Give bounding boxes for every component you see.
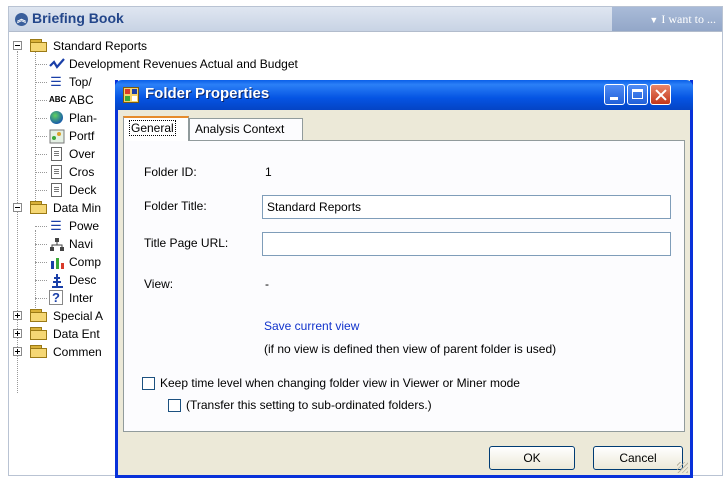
document-icon [51,165,62,179]
tree-label: Special A [53,309,104,323]
tree-label: Desc [69,273,97,287]
tree-label: Inter [69,291,94,305]
tree-line [35,154,47,155]
folder-icon [30,327,48,340]
dialog-titlebar[interactable]: Folder Properties [115,80,693,110]
list-icon: ☰ [50,218,62,233]
briefing-book-title-text: Briefing Book [32,10,124,26]
question-icon: ? [49,290,63,305]
tab-label: General [129,120,176,136]
document-icon [51,183,62,197]
list-icon: ☰ [50,74,62,89]
folder-open-icon [30,39,48,52]
briefing-book-header: ︽ Briefing Book ▼ I want to ... [9,7,722,32]
folder-properties-dialog: Folder Properties General Analysis Conte… [115,80,693,478]
tree-label: Navi [69,237,94,251]
view-note: (if no view is defined then view of pare… [264,342,557,356]
folder-icon [30,345,48,358]
folder-open-icon [30,201,48,214]
tree-label: Top/ [69,75,92,89]
save-current-view-link[interactable]: Save current view [264,319,359,333]
triangle-down-icon: ▼ [649,15,659,25]
tree-label: Comp [69,255,102,269]
tree-label: Deck [69,183,97,197]
tree-line [35,82,47,83]
tree-line [35,100,47,101]
briefing-book-title[interactable]: ︽ Briefing Book [15,10,124,26]
folder-icon [30,309,48,322]
i-want-to-label: I want to ... [661,12,716,26]
tree-line [35,136,47,137]
portfolio-chart-icon [49,129,65,144]
tree-line [35,244,47,245]
tree-line [35,51,36,201]
transfer-setting-label: (Transfer this setting to sub-ordinated … [186,398,432,412]
abc-text-icon: ABC [49,95,67,104]
i-want-to-menu[interactable]: ▼ I want to ... [649,12,716,27]
tree-label: Standard Reports [53,39,148,53]
view-label: View: [144,277,174,291]
cancel-button[interactable]: Cancel [593,446,683,470]
expand-icon[interactable] [13,311,22,320]
folder-title-input[interactable]: Standard Reports [262,195,671,219]
keep-time-level-label: Keep time level when changing folder vie… [160,376,520,390]
document-icon [51,147,62,161]
tree-label: Data Ent [53,327,100,341]
tree-label: Plan- [69,111,98,125]
tree-line [35,262,47,263]
tree-label: Data Min [53,201,102,215]
title-page-url-input[interactable] [262,232,671,256]
collapse-chevron-icon[interactable]: ︽ [15,13,28,26]
title-page-url-label: Title Page URL: [144,236,229,250]
tree-label: Portf [69,129,95,143]
tree-label: Over [69,147,96,161]
tab-general[interactable]: General [123,116,189,141]
descriptive-stats-icon [52,274,63,288]
tab-analysis-context[interactable]: Analysis Context [189,118,303,140]
view-value: - [265,277,269,291]
collapse-icon[interactable] [13,203,22,212]
expand-icon[interactable] [13,347,22,356]
folder-id-value: 1 [265,165,272,179]
tree-label: ABC [69,93,94,107]
tree-line [17,51,18,393]
folder-title-label: Folder Title: [144,199,207,213]
tree-label: Cros [69,165,95,179]
compare-chart-icon [51,258,64,269]
tree-label: Commen [53,345,102,359]
general-tab-panel: Folder ID: 1 Folder Title: Standard Repo… [123,140,685,432]
collapse-icon[interactable] [13,41,22,50]
close-button[interactable] [650,84,671,105]
dialog-title: Folder Properties [145,85,270,102]
tree-line [35,280,47,281]
tree-line [35,64,47,65]
hierarchy-icon [50,238,64,251]
expand-icon[interactable] [13,329,22,338]
tree-line [35,172,47,173]
minimize-button[interactable] [604,84,625,105]
transfer-setting-checkbox[interactable] [168,399,181,412]
ok-button[interactable]: OK [489,446,575,470]
resize-grip-icon[interactable] [677,462,688,473]
tree-line [35,190,47,191]
tree-label: Powe [69,219,100,233]
keep-time-level-checkbox[interactable] [142,377,155,390]
tree-line [35,226,47,227]
globe-icon [50,111,63,124]
app-window-icon [123,87,139,103]
folder-id-label: Folder ID: [144,165,197,179]
line-chart-icon [49,58,65,69]
tree-line [35,118,47,119]
tree-line [35,298,47,299]
tab-label: Analysis Context [195,122,285,136]
maximize-button[interactable] [627,84,648,105]
tree-label: Development Revenues Actual and Budget [69,57,298,71]
